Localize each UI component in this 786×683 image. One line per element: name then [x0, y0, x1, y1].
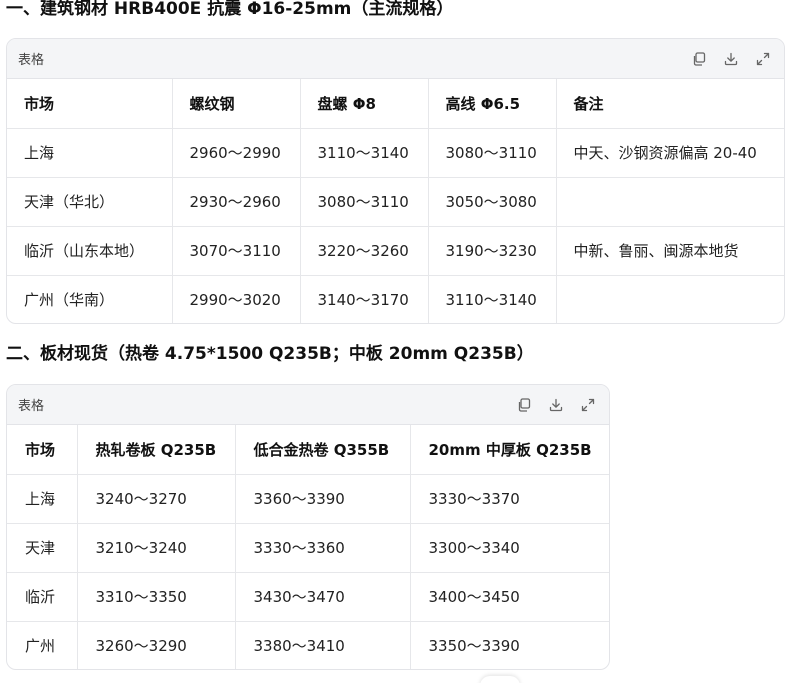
steel-plate-table: 市场 热轧卷板 Q235B 低合金热卷 Q355B 20mm 中厚板 Q235B…	[7, 425, 609, 669]
table-cell: 3190～3230	[428, 226, 557, 276]
table-cell	[556, 275, 784, 323]
table-card-title: 表格	[18, 399, 45, 414]
table-cell: 3430～3470	[235, 572, 411, 622]
table-cell: 天津（华北）	[7, 177, 173, 227]
column-header: 热轧卷板 Q235B	[77, 425, 236, 475]
table-cell: 3070～3110	[172, 226, 301, 276]
table-cell: 3050～3080	[428, 177, 557, 227]
table-cell: 3310～3350	[77, 572, 236, 622]
table-cell: 广州	[7, 621, 78, 669]
table-card-1: 表格 市场 螺纹钢 盘螺 Φ8 高线 Φ6.5 备注 上海 2960～2990 …	[6, 38, 785, 324]
table-cell: 3360～3390	[235, 474, 411, 524]
download-icon[interactable]	[722, 50, 740, 68]
table-cell: 3140～3170	[300, 275, 429, 323]
table-row: 临沂 3310～3350 3430～3470 3400～3450	[7, 572, 609, 622]
column-header: 备注	[556, 79, 784, 129]
expand-icon[interactable]	[579, 396, 597, 414]
table-cell: 上海	[7, 128, 173, 178]
column-header: 高线 Φ6.5	[428, 79, 557, 129]
table-cell: 2930～2960	[172, 177, 301, 227]
copy-icon[interactable]	[515, 396, 533, 414]
table-cell: 临沂	[7, 572, 78, 622]
section-1-heading: 一、建筑钢材 HRB400E 抗震 Φ16-25mm（主流规格）	[6, 0, 454, 19]
download-icon[interactable]	[547, 396, 565, 414]
table-row: 广州 3260～3290 3380～3410 3350～3390	[7, 621, 609, 669]
table-cell	[556, 177, 784, 227]
table-cell: 3350～3390	[428, 637, 520, 656]
table-cell: 上海	[7, 474, 78, 524]
table-card-2: 表格 市场 热轧卷板 Q235B 低合金热卷 Q355B 20mm 中厚板 Q2…	[6, 384, 610, 670]
table-row: 天津 3210～3240 3330～3360 3300～3340	[7, 523, 609, 573]
table-cell: 中天、沙钢资源偏高 20-40	[556, 128, 784, 178]
table-cell: 3330～3360	[235, 523, 411, 573]
table-cell: 3220～3260	[300, 226, 429, 276]
table-cell: 3080～3110	[300, 177, 429, 227]
section-2-heading: 二、板材现货（热卷 4.75*1500 Q235B；中板 20mm Q235B）	[6, 344, 534, 364]
column-header: 市场	[7, 425, 78, 475]
table-header-row: 市场 螺纹钢 盘螺 Φ8 高线 Φ6.5 备注	[7, 79, 784, 129]
table-cell: 临沂（山东本地）	[7, 226, 173, 276]
column-header: 盘螺 Φ8	[300, 79, 429, 129]
table-cell: 天津	[7, 523, 78, 573]
table-toolbar	[515, 396, 597, 414]
table-cell: 3380～3410	[235, 621, 411, 669]
table-cell: 3330～3370	[410, 474, 609, 524]
table-row: 临沂（山东本地） 3070～3110 3220～3260 3190～3230 中…	[7, 226, 784, 276]
table-cell: 3300～3340	[410, 523, 609, 573]
column-header: 螺纹钢	[172, 79, 301, 129]
steel-rebar-table: 市场 螺纹钢 盘螺 Φ8 高线 Φ6.5 备注 上海 2960～2990 311…	[7, 79, 784, 323]
table-card-header: 表格	[7, 385, 609, 425]
table-cell: 3080～3110	[428, 128, 557, 178]
table-toolbar	[690, 50, 772, 68]
table-cell: 中新、鲁丽、闽源本地货	[556, 226, 784, 276]
table-card-header: 表格	[7, 39, 784, 79]
table-row: 上海 3240～3270 3360～3390 3330～3370	[7, 474, 609, 524]
column-header: 市场	[7, 79, 173, 129]
scroll-to-bottom-button[interactable]	[480, 676, 520, 683]
table-row: 上海 2960～2990 3110～3140 3080～3110 中天、沙钢资源…	[7, 128, 784, 178]
table-cell: 3110～3140	[428, 275, 557, 323]
table-cell: 3400～3450	[410, 572, 609, 622]
table-cell: 广州（华南）	[7, 275, 173, 323]
table-cell: 3240～3270	[77, 474, 236, 524]
page: 一、建筑钢材 HRB400E 抗震 Φ16-25mm（主流规格） 表格 市场 螺…	[0, 0, 786, 683]
table-cell: 3260～3290	[77, 621, 236, 669]
table-row: 天津（华北） 2930～2960 3080～3110 3050～3080	[7, 177, 784, 227]
expand-icon[interactable]	[754, 50, 772, 68]
copy-icon[interactable]	[690, 50, 708, 68]
table-cell: 3210～3240	[77, 523, 236, 573]
column-header: 低合金热卷 Q355B	[235, 425, 411, 475]
column-header: 20mm 中厚板 Q235B	[410, 425, 609, 475]
table-cell: 2990～3020	[172, 275, 301, 323]
table-card-title: 表格	[18, 53, 45, 68]
table-cell: 2960～2990	[172, 128, 301, 178]
table-cell: 3110～3140	[300, 128, 429, 178]
table-header-row: 市场 热轧卷板 Q235B 低合金热卷 Q355B 20mm 中厚板 Q235B	[7, 425, 609, 475]
table-row: 广州（华南） 2990～3020 3140～3170 3110～3140	[7, 275, 784, 323]
